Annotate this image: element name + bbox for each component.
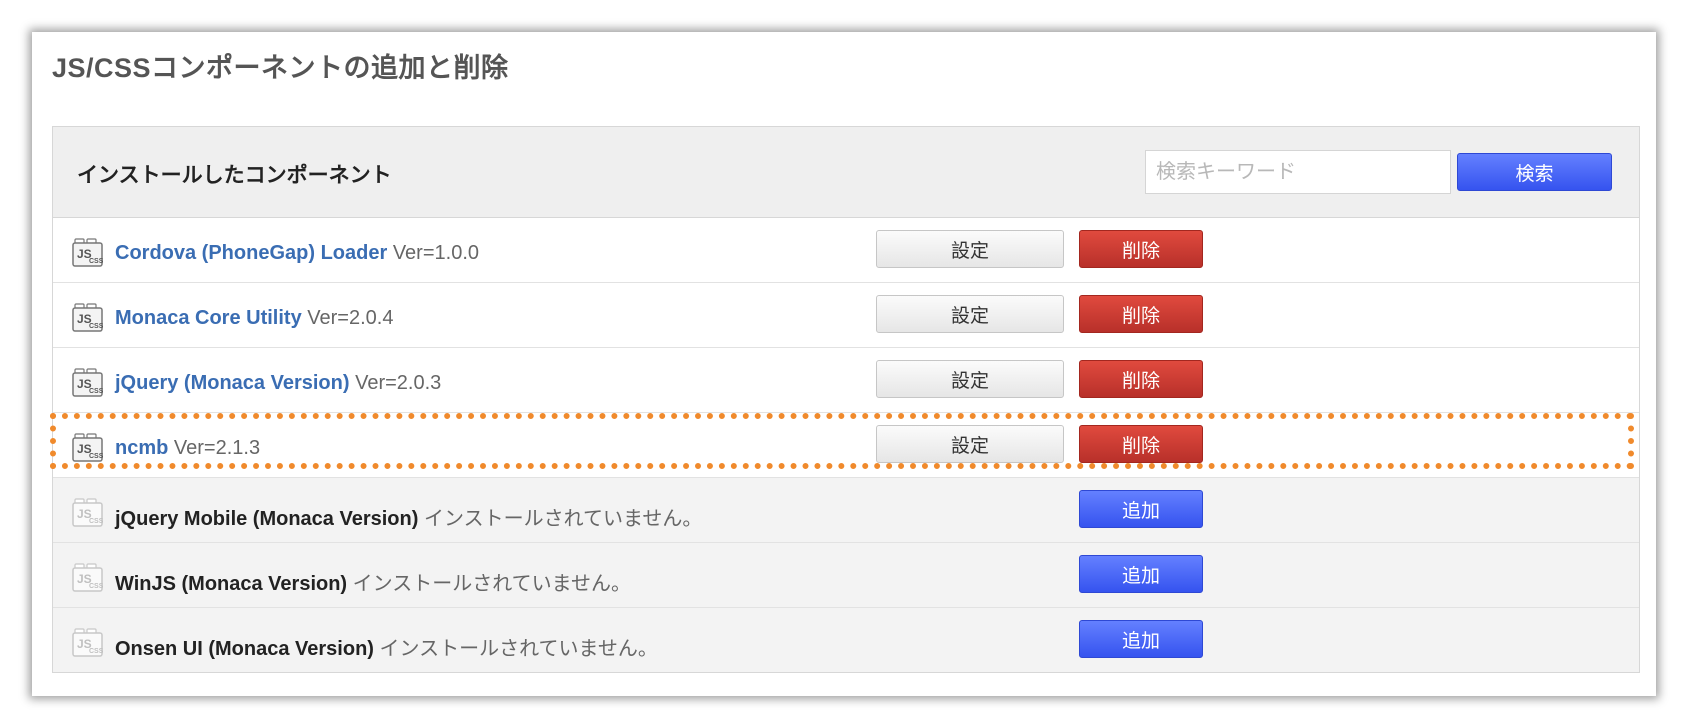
page-title: JS/CSSコンポーネントの追加と削除 xyxy=(52,53,509,83)
js-css-icon: JS CSS xyxy=(72,498,103,527)
components-panel: インストールしたコンポーネント 検索 JS CSS Cordova (Phone… xyxy=(52,126,1640,673)
install-status: インストールされていません。 xyxy=(379,638,658,660)
js-css-icon: JS CSS xyxy=(72,368,103,397)
install-status: インストールされていません。 xyxy=(352,573,632,595)
svg-text:CSS: CSS xyxy=(89,648,103,655)
svg-text:CSS: CSS xyxy=(89,323,103,330)
component-version: Ver=2.0.3 xyxy=(355,372,442,394)
delete-button[interactable]: 削除 xyxy=(1079,360,1203,398)
add-button[interactable]: 追加 xyxy=(1079,490,1203,528)
search-button[interactable]: 検索 xyxy=(1457,153,1612,191)
js-css-icon: JS CSS xyxy=(72,628,103,657)
component-name[interactable]: jQuery (Monaca Version) xyxy=(115,372,350,394)
component-name[interactable]: Cordova (PhoneGap) Loader xyxy=(115,242,387,264)
svg-text:CSS: CSS xyxy=(89,258,103,265)
component-row-cordova: JS CSS Cordova (PhoneGap) Loader Ver=1.0… xyxy=(53,218,1639,283)
components-dialog: JS/CSSコンポーネントの追加と削除 インストールしたコンポーネント 検索 J… xyxy=(32,32,1656,696)
svg-text:CSS: CSS xyxy=(89,453,103,460)
js-css-icon: JS CSS xyxy=(72,238,103,267)
component-row-ncmb: JS CSS ncmb Ver=2.1.3 設定 削除 xyxy=(53,413,1639,478)
panel-header: インストールしたコンポーネント 検索 xyxy=(53,127,1639,218)
search-input[interactable] xyxy=(1145,150,1451,194)
component-version: Ver=1.0.0 xyxy=(392,242,479,264)
delete-button[interactable]: 削除 xyxy=(1079,230,1203,268)
svg-text:CSS: CSS xyxy=(89,388,103,395)
js-css-icon: JS CSS xyxy=(72,563,103,592)
component-row-jquery-mobile: JS CSS jQuery Mobile (Monaca Version) イン… xyxy=(53,478,1639,543)
component-version: Ver=2.0.4 xyxy=(307,307,394,329)
add-button[interactable]: 追加 xyxy=(1079,620,1203,658)
component-name: jQuery Mobile (Monaca Version) xyxy=(115,508,419,530)
settings-button[interactable]: 設定 xyxy=(876,295,1064,333)
component-name: Onsen UI (Monaca Version) xyxy=(115,638,374,660)
js-css-icon: JS CSS xyxy=(72,303,103,332)
component-row-jquery: JS CSS jQuery (Monaca Version) Ver=2.0.3… xyxy=(53,348,1639,413)
delete-button[interactable]: 削除 xyxy=(1079,425,1203,463)
settings-button[interactable]: 設定 xyxy=(876,230,1064,268)
svg-text:CSS: CSS xyxy=(89,583,103,590)
settings-button[interactable]: 設定 xyxy=(876,360,1064,398)
js-css-icon: JS CSS xyxy=(72,433,103,462)
panel-title: インストールしたコンポーネント xyxy=(77,164,392,187)
component-row-monaca-core: JS CSS Monaca Core Utility Ver=2.0.4 設定 … xyxy=(53,283,1639,348)
component-version: Ver=2.1.3 xyxy=(173,437,261,459)
add-button[interactable]: 追加 xyxy=(1079,555,1203,593)
svg-text:CSS: CSS xyxy=(89,518,103,525)
settings-button[interactable]: 設定 xyxy=(876,425,1064,463)
component-row-onsen-ui: JS CSS Onsen UI (Monaca Version) インストールさ… xyxy=(53,608,1639,672)
component-list: JS CSS Cordova (PhoneGap) Loader Ver=1.0… xyxy=(53,218,1639,672)
component-name: WinJS (Monaca Version) xyxy=(115,573,348,595)
component-name[interactable]: ncmb xyxy=(115,437,168,459)
component-name[interactable]: Monaca Core Utility xyxy=(115,307,302,329)
component-row-winjs: JS CSS WinJS (Monaca Version) インストールされてい… xyxy=(53,543,1639,608)
install-status: インストールされていません。 xyxy=(423,508,703,530)
delete-button[interactable]: 削除 xyxy=(1079,295,1203,333)
